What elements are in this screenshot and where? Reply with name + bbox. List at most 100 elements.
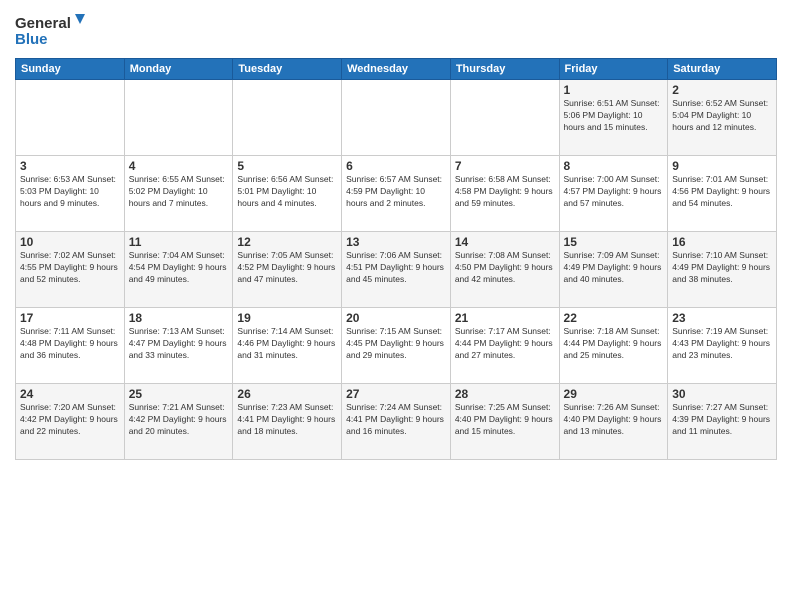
day-cell: 20Sunrise: 7:15 AM Sunset: 4:45 PM Dayli… xyxy=(342,308,451,384)
day-info: Sunrise: 7:19 AM Sunset: 4:43 PM Dayligh… xyxy=(672,326,772,362)
day-info: Sunrise: 7:17 AM Sunset: 4:44 PM Dayligh… xyxy=(455,326,555,362)
day-number: 28 xyxy=(455,387,555,401)
day-cell: 15Sunrise: 7:09 AM Sunset: 4:49 PM Dayli… xyxy=(559,232,668,308)
header-cell-thursday: Thursday xyxy=(450,59,559,80)
day-info: Sunrise: 7:15 AM Sunset: 4:45 PM Dayligh… xyxy=(346,326,446,362)
day-cell: 10Sunrise: 7:02 AM Sunset: 4:55 PM Dayli… xyxy=(16,232,125,308)
day-cell: 25Sunrise: 7:21 AM Sunset: 4:42 PM Dayli… xyxy=(124,384,233,460)
header-cell-wednesday: Wednesday xyxy=(342,59,451,80)
day-info: Sunrise: 6:56 AM Sunset: 5:01 PM Dayligh… xyxy=(237,174,337,210)
day-cell: 16Sunrise: 7:10 AM Sunset: 4:49 PM Dayli… xyxy=(668,232,777,308)
day-number: 13 xyxy=(346,235,446,249)
day-info: Sunrise: 7:23 AM Sunset: 4:41 PM Dayligh… xyxy=(237,402,337,438)
day-cell: 2Sunrise: 6:52 AM Sunset: 5:04 PM Daylig… xyxy=(668,80,777,156)
header-cell-monday: Monday xyxy=(124,59,233,80)
day-number: 23 xyxy=(672,311,772,325)
week-row-1: 3Sunrise: 6:53 AM Sunset: 5:03 PM Daylig… xyxy=(16,156,777,232)
day-cell: 7Sunrise: 6:58 AM Sunset: 4:58 PM Daylig… xyxy=(450,156,559,232)
day-cell: 17Sunrise: 7:11 AM Sunset: 4:48 PM Dayli… xyxy=(16,308,125,384)
day-info: Sunrise: 7:05 AM Sunset: 4:52 PM Dayligh… xyxy=(237,250,337,286)
day-cell: 8Sunrise: 7:00 AM Sunset: 4:57 PM Daylig… xyxy=(559,156,668,232)
day-cell: 26Sunrise: 7:23 AM Sunset: 4:41 PM Dayli… xyxy=(233,384,342,460)
day-number: 10 xyxy=(20,235,120,249)
day-info: Sunrise: 7:20 AM Sunset: 4:42 PM Dayligh… xyxy=(20,402,120,438)
day-number: 6 xyxy=(346,159,446,173)
day-number: 11 xyxy=(129,235,229,249)
week-row-0: 1Sunrise: 6:51 AM Sunset: 5:06 PM Daylig… xyxy=(16,80,777,156)
day-number: 29 xyxy=(564,387,664,401)
day-number: 8 xyxy=(564,159,664,173)
header-cell-saturday: Saturday xyxy=(668,59,777,80)
day-cell: 24Sunrise: 7:20 AM Sunset: 4:42 PM Dayli… xyxy=(16,384,125,460)
day-info: Sunrise: 7:09 AM Sunset: 4:49 PM Dayligh… xyxy=(564,250,664,286)
day-info: Sunrise: 7:24 AM Sunset: 4:41 PM Dayligh… xyxy=(346,402,446,438)
day-cell: 1Sunrise: 6:51 AM Sunset: 5:06 PM Daylig… xyxy=(559,80,668,156)
day-number: 30 xyxy=(672,387,772,401)
day-number: 22 xyxy=(564,311,664,325)
day-cell xyxy=(450,80,559,156)
svg-text:Blue: Blue xyxy=(15,31,48,48)
day-cell: 6Sunrise: 6:57 AM Sunset: 4:59 PM Daylig… xyxy=(342,156,451,232)
day-number: 26 xyxy=(237,387,337,401)
day-number: 25 xyxy=(129,387,229,401)
day-info: Sunrise: 6:52 AM Sunset: 5:04 PM Dayligh… xyxy=(672,98,772,134)
day-cell: 13Sunrise: 7:06 AM Sunset: 4:51 PM Dayli… xyxy=(342,232,451,308)
day-info: Sunrise: 7:25 AM Sunset: 4:40 PM Dayligh… xyxy=(455,402,555,438)
day-info: Sunrise: 6:57 AM Sunset: 4:59 PM Dayligh… xyxy=(346,174,446,210)
day-number: 9 xyxy=(672,159,772,173)
day-cell: 29Sunrise: 7:26 AM Sunset: 4:40 PM Dayli… xyxy=(559,384,668,460)
day-cell: 30Sunrise: 7:27 AM Sunset: 4:39 PM Dayli… xyxy=(668,384,777,460)
header-cell-tuesday: Tuesday xyxy=(233,59,342,80)
day-cell xyxy=(342,80,451,156)
week-row-4: 24Sunrise: 7:20 AM Sunset: 4:42 PM Dayli… xyxy=(16,384,777,460)
day-info: Sunrise: 7:13 AM Sunset: 4:47 PM Dayligh… xyxy=(129,326,229,362)
day-info: Sunrise: 7:00 AM Sunset: 4:57 PM Dayligh… xyxy=(564,174,664,210)
day-cell: 21Sunrise: 7:17 AM Sunset: 4:44 PM Dayli… xyxy=(450,308,559,384)
day-cell: 22Sunrise: 7:18 AM Sunset: 4:44 PM Dayli… xyxy=(559,308,668,384)
day-number: 19 xyxy=(237,311,337,325)
day-number: 20 xyxy=(346,311,446,325)
logo: General Blue xyxy=(15,10,85,50)
day-number: 16 xyxy=(672,235,772,249)
day-cell: 12Sunrise: 7:05 AM Sunset: 4:52 PM Dayli… xyxy=(233,232,342,308)
day-info: Sunrise: 6:53 AM Sunset: 5:03 PM Dayligh… xyxy=(20,174,120,210)
day-number: 1 xyxy=(564,83,664,97)
day-cell: 5Sunrise: 6:56 AM Sunset: 5:01 PM Daylig… xyxy=(233,156,342,232)
day-info: Sunrise: 7:01 AM Sunset: 4:56 PM Dayligh… xyxy=(672,174,772,210)
day-cell: 11Sunrise: 7:04 AM Sunset: 4:54 PM Dayli… xyxy=(124,232,233,308)
header-cell-sunday: Sunday xyxy=(16,59,125,80)
day-info: Sunrise: 7:02 AM Sunset: 4:55 PM Dayligh… xyxy=(20,250,120,286)
day-number: 21 xyxy=(455,311,555,325)
day-number: 2 xyxy=(672,83,772,97)
header-cell-friday: Friday xyxy=(559,59,668,80)
day-cell: 23Sunrise: 7:19 AM Sunset: 4:43 PM Dayli… xyxy=(668,308,777,384)
day-cell: 18Sunrise: 7:13 AM Sunset: 4:47 PM Dayli… xyxy=(124,308,233,384)
calendar-table: SundayMondayTuesdayWednesdayThursdayFrid… xyxy=(15,58,777,460)
day-info: Sunrise: 7:21 AM Sunset: 4:42 PM Dayligh… xyxy=(129,402,229,438)
day-number: 17 xyxy=(20,311,120,325)
day-number: 7 xyxy=(455,159,555,173)
day-cell xyxy=(233,80,342,156)
week-row-3: 17Sunrise: 7:11 AM Sunset: 4:48 PM Dayli… xyxy=(16,308,777,384)
day-info: Sunrise: 7:04 AM Sunset: 4:54 PM Dayligh… xyxy=(129,250,229,286)
day-cell: 9Sunrise: 7:01 AM Sunset: 4:56 PM Daylig… xyxy=(668,156,777,232)
day-info: Sunrise: 6:58 AM Sunset: 4:58 PM Dayligh… xyxy=(455,174,555,210)
day-info: Sunrise: 6:51 AM Sunset: 5:06 PM Dayligh… xyxy=(564,98,664,134)
day-cell: 19Sunrise: 7:14 AM Sunset: 4:46 PM Dayli… xyxy=(233,308,342,384)
calendar-header: SundayMondayTuesdayWednesdayThursdayFrid… xyxy=(16,59,777,80)
calendar-body: 1Sunrise: 6:51 AM Sunset: 5:06 PM Daylig… xyxy=(16,80,777,460)
day-cell: 3Sunrise: 6:53 AM Sunset: 5:03 PM Daylig… xyxy=(16,156,125,232)
header-row: SundayMondayTuesdayWednesdayThursdayFrid… xyxy=(16,59,777,80)
day-number: 24 xyxy=(20,387,120,401)
day-number: 4 xyxy=(129,159,229,173)
logo-svg: General Blue xyxy=(15,10,85,50)
day-number: 3 xyxy=(20,159,120,173)
day-cell: 4Sunrise: 6:55 AM Sunset: 5:02 PM Daylig… xyxy=(124,156,233,232)
day-number: 14 xyxy=(455,235,555,249)
day-number: 15 xyxy=(564,235,664,249)
week-row-2: 10Sunrise: 7:02 AM Sunset: 4:55 PM Dayli… xyxy=(16,232,777,308)
day-info: Sunrise: 6:55 AM Sunset: 5:02 PM Dayligh… xyxy=(129,174,229,210)
day-cell xyxy=(124,80,233,156)
svg-text:General: General xyxy=(15,15,71,32)
day-number: 27 xyxy=(346,387,446,401)
